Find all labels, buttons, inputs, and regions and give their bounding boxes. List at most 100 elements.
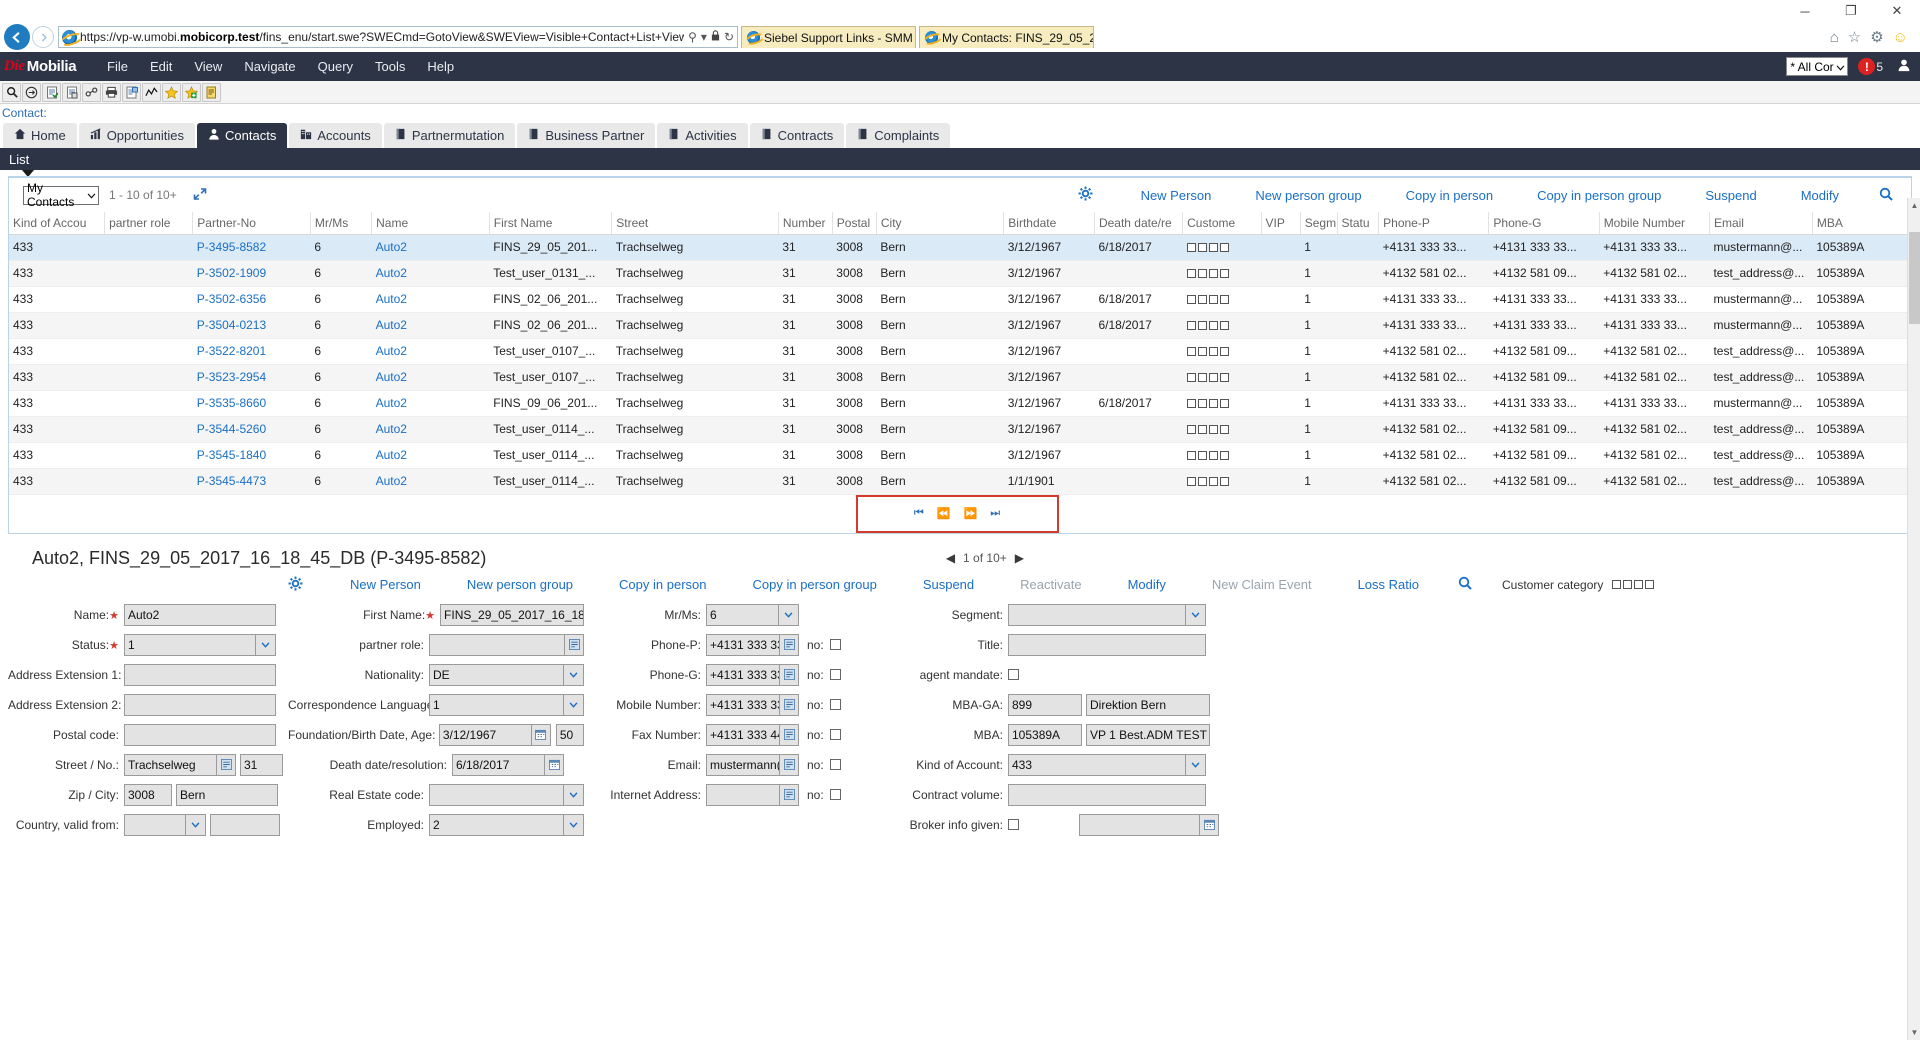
cell-postal[interactable]: 3008 — [832, 364, 877, 391]
cell-number[interactable]: 31 — [778, 364, 833, 391]
cell-mobile-number[interactable]: +4132 581 02... — [1599, 442, 1710, 469]
cell-email[interactable]: test_address@... — [1709, 260, 1813, 287]
cell-mr-ms[interactable]: 6 — [310, 468, 372, 495]
cell-link[interactable]: P-3502-1909 — [197, 266, 266, 280]
input-zip-city-name[interactable]: Bern — [176, 783, 278, 806]
new-record-icon[interactable] — [42, 82, 61, 102]
cell-mr-ms[interactable]: 6 — [310, 390, 372, 417]
cell-kind-of-accou[interactable]: 433 — [9, 468, 105, 495]
address-bar[interactable]: https://vp-w.umobi.mobicorp.test/fins_en… — [58, 26, 738, 48]
scrollbar-thumb[interactable] — [1909, 232, 1920, 324]
customer-checkboxes[interactable] — [1186, 346, 1258, 356]
form-button-new-person-group[interactable]: New person group — [444, 577, 596, 592]
cell-mba[interactable]: 105389A — [1812, 416, 1911, 443]
list-button-new-person-group[interactable]: New person group — [1233, 188, 1383, 203]
cell-postal[interactable]: 3008 — [832, 260, 877, 287]
combobox-real-estate-code[interactable] — [429, 783, 584, 806]
cell-email[interactable]: test_address@... — [1709, 468, 1813, 495]
input-correspondence-language[interactable]: 1 — [429, 693, 564, 716]
checkbox-no-mobile-number[interactable] — [829, 699, 841, 710]
screen-tab-opportunities[interactable]: Opportunities — [78, 123, 196, 148]
cell-number[interactable]: 31 — [778, 286, 833, 313]
cell-mr-ms[interactable]: 6 — [310, 416, 372, 443]
input-mba-name[interactable]: VP 1 Best.ADM TEST — [1086, 723, 1210, 746]
form-button-modify[interactable]: Modify — [1105, 577, 1189, 592]
pager-last-button[interactable]: ⏭ — [990, 507, 1000, 520]
customer-checkboxes[interactable] — [1186, 320, 1258, 330]
column-header-email[interactable]: Email — [1709, 212, 1813, 235]
chevron-down-icon[interactable] — [1186, 753, 1206, 776]
cell-link[interactable]: P-3545-4473 — [197, 474, 266, 488]
cell-partner-no[interactable]: P-3535-8660 — [192, 390, 311, 417]
cell-postal[interactable]: 3008 — [832, 338, 877, 365]
cell-link[interactable]: Auto2 — [376, 396, 407, 410]
cell-vip[interactable] — [1261, 338, 1301, 365]
cell-city[interactable]: Bern — [876, 338, 1004, 365]
cell-vip[interactable] — [1261, 312, 1301, 339]
cell-statu[interactable] — [1337, 364, 1379, 391]
cell-kind-of-accou[interactable]: 433 — [9, 442, 105, 469]
column-header-street[interactable]: Street — [611, 212, 779, 235]
input-foundation-birth-date-age[interactable]: 3/12/1967 — [438, 723, 532, 746]
cell-link[interactable]: Auto2 — [376, 474, 407, 488]
address-refresh-icon[interactable]: ↻ — [724, 30, 734, 44]
picklist-icon[interactable] — [780, 693, 799, 716]
input-address-extension-1[interactable] — [124, 663, 276, 686]
cell-birthdate[interactable]: 3/12/1967 — [1003, 390, 1095, 417]
cell-first-name[interactable]: Test_user_0114_... — [489, 416, 612, 443]
cell-phone-p[interactable]: +4132 581 02... — [1378, 416, 1489, 443]
cell-mobile-number[interactable]: +4131 333 33... — [1599, 234, 1710, 261]
cell-segm[interactable]: 1 — [1300, 416, 1337, 443]
input-broker-info-given[interactable] — [1079, 813, 1200, 836]
pager-previous-button[interactable]: ⏪ — [937, 507, 951, 520]
add-favorite-icon[interactable] — [182, 82, 201, 102]
cell-street[interactable]: Trachselweg — [611, 260, 779, 287]
cell-phone-g[interactable]: +4132 581 09... — [1488, 260, 1600, 287]
cell-number[interactable]: 31 — [778, 442, 833, 469]
cell-email[interactable]: mustermann@... — [1709, 390, 1813, 417]
cell-segm[interactable]: 1 — [1300, 468, 1337, 495]
checkbox-broker-info-given[interactable] — [1008, 819, 1019, 830]
cell-segm[interactable]: 1 — [1300, 260, 1337, 287]
page-vertical-scrollbar[interactable]: ▲ ▼ — [1907, 198, 1920, 1040]
cell-statu[interactable] — [1337, 286, 1379, 313]
input-mba-code[interactable]: 105389A — [1008, 723, 1082, 746]
cell-partner-no[interactable]: P-3495-8582 — [192, 234, 311, 261]
cell-postal[interactable]: 3008 — [832, 286, 877, 313]
menu-tools[interactable]: Tools — [364, 52, 416, 81]
cell-vip[interactable] — [1261, 234, 1301, 261]
chevron-down-icon[interactable] — [779, 603, 799, 626]
cell-mr-ms[interactable]: 6 — [310, 364, 372, 391]
cell-vip[interactable] — [1261, 390, 1301, 417]
combobox-correspondence-language[interactable]: 1 — [429, 693, 584, 716]
cell-birthdate[interactable]: 3/12/1967 — [1003, 442, 1095, 469]
cell-phone-g[interactable]: +4132 581 09... — [1488, 338, 1600, 365]
cell-kind-of-accou[interactable]: 433 — [9, 416, 105, 443]
combobox-nationality[interactable]: DE — [429, 663, 584, 686]
cell-link[interactable]: P-3502-6356 — [197, 292, 266, 306]
checkbox-agent-mandate[interactable] — [1008, 669, 1019, 680]
input-street-no[interactable]: Trachselweg — [124, 753, 217, 776]
cell-link[interactable]: Auto2 — [376, 318, 407, 332]
picklist-phone-g[interactable]: +4131 333 33 — [706, 663, 799, 686]
input-age[interactable]: 50 — [555, 723, 584, 746]
cell-customer-boxes[interactable] — [1182, 364, 1262, 391]
table-row[interactable]: 433 P-3504-0213 6 Auto2 FINS_02_06_201... Tra… — [9, 312, 1911, 339]
checkbox-no-phone-g[interactable] — [829, 669, 841, 680]
input-email[interactable]: mustermann( — [706, 753, 780, 776]
cell-vip[interactable] — [1261, 442, 1301, 469]
cell-phone-p[interactable]: +4132 581 02... — [1378, 364, 1489, 391]
scroll-down-arrow-icon[interactable]: ▼ — [1908, 1025, 1920, 1040]
screen-tab-contracts[interactable]: Contracts — [749, 123, 845, 148]
menu-edit[interactable]: Edit — [139, 52, 183, 81]
cell-death-date-re[interactable]: 6/18/2017 — [1094, 312, 1183, 339]
browser-tab-2[interactable]: My Contacts: FINS_29_05_2... ✕ — [919, 26, 1094, 48]
cell-statu[interactable] — [1337, 468, 1379, 495]
table-row[interactable]: 433 P-3502-6356 6 Auto2 FINS_02_06_201... Tra… — [9, 286, 1911, 313]
cell-street[interactable]: Trachselweg — [611, 416, 779, 443]
checkbox-no-email[interactable] — [829, 759, 841, 770]
column-header-kind-of-accou[interactable]: Kind of Accou — [9, 212, 106, 235]
input-phone-g[interactable]: +4131 333 33 — [706, 663, 780, 686]
customer-checkboxes[interactable] — [1186, 294, 1258, 304]
address-dropdown-icon[interactable]: ▾ — [701, 30, 707, 44]
